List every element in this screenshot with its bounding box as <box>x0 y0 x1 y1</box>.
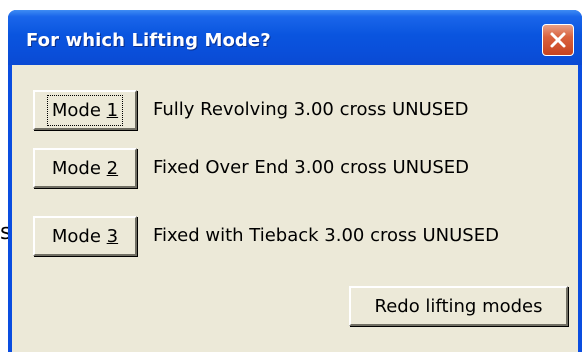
close-button[interactable] <box>542 24 574 56</box>
mode-3-button[interactable]: Mode 3 <box>33 216 137 256</box>
lifting-mode-dialog: For which Lifting Mode? Mode 1 Fully Rev… <box>8 10 582 352</box>
mode-2-description: Fixed Over End 3.00 cross UNUSED <box>153 157 469 178</box>
dialog-titlebar[interactable]: For which Lifting Mode? <box>8 10 582 65</box>
mode-2-button-label: Mode 2 <box>52 158 118 179</box>
mode-1-description: Fully Revolving 3.00 cross UNUSED <box>153 99 469 120</box>
mode-row-3: Mode 3 Fixed with Tieback 3.00 cross UNU… <box>12 216 578 256</box>
redo-lifting-modes-button[interactable]: Redo lifting modes <box>349 286 568 326</box>
mode-3-prefix: Mode <box>51 225 107 247</box>
mode-2-prefix: Mode <box>51 157 107 179</box>
background-area <box>0 0 14 10</box>
screen: s For which Lifting Mode? Mode 1 Fully R… <box>0 0 582 352</box>
mode-1-button[interactable]: Mode 1 <box>33 90 137 130</box>
mode-3-button-label: Mode 3 <box>52 226 118 247</box>
mode-row-1: Mode 1 Fully Revolving 3.00 cross UNUSED <box>12 90 578 130</box>
mode-2-button[interactable]: Mode 2 <box>33 148 137 188</box>
mode-3-description: Fixed with Tieback 3.00 cross UNUSED <box>153 225 499 246</box>
dialog-client-area: Mode 1 Fully Revolving 3.00 cross UNUSED… <box>12 65 578 352</box>
mode-row-2: Mode 2 Fixed Over End 3.00 cross UNUSED <box>12 148 578 188</box>
dialog-title: For which Lifting Mode? <box>26 30 271 51</box>
mode-3-number: 3 <box>106 225 119 247</box>
mode-1-number: 1 <box>106 99 119 121</box>
mode-1-button-label: Mode 1 <box>46 94 124 126</box>
mode-2-number: 2 <box>106 157 119 179</box>
mode-1-prefix: Mode <box>51 99 107 121</box>
close-x-icon <box>549 31 567 49</box>
